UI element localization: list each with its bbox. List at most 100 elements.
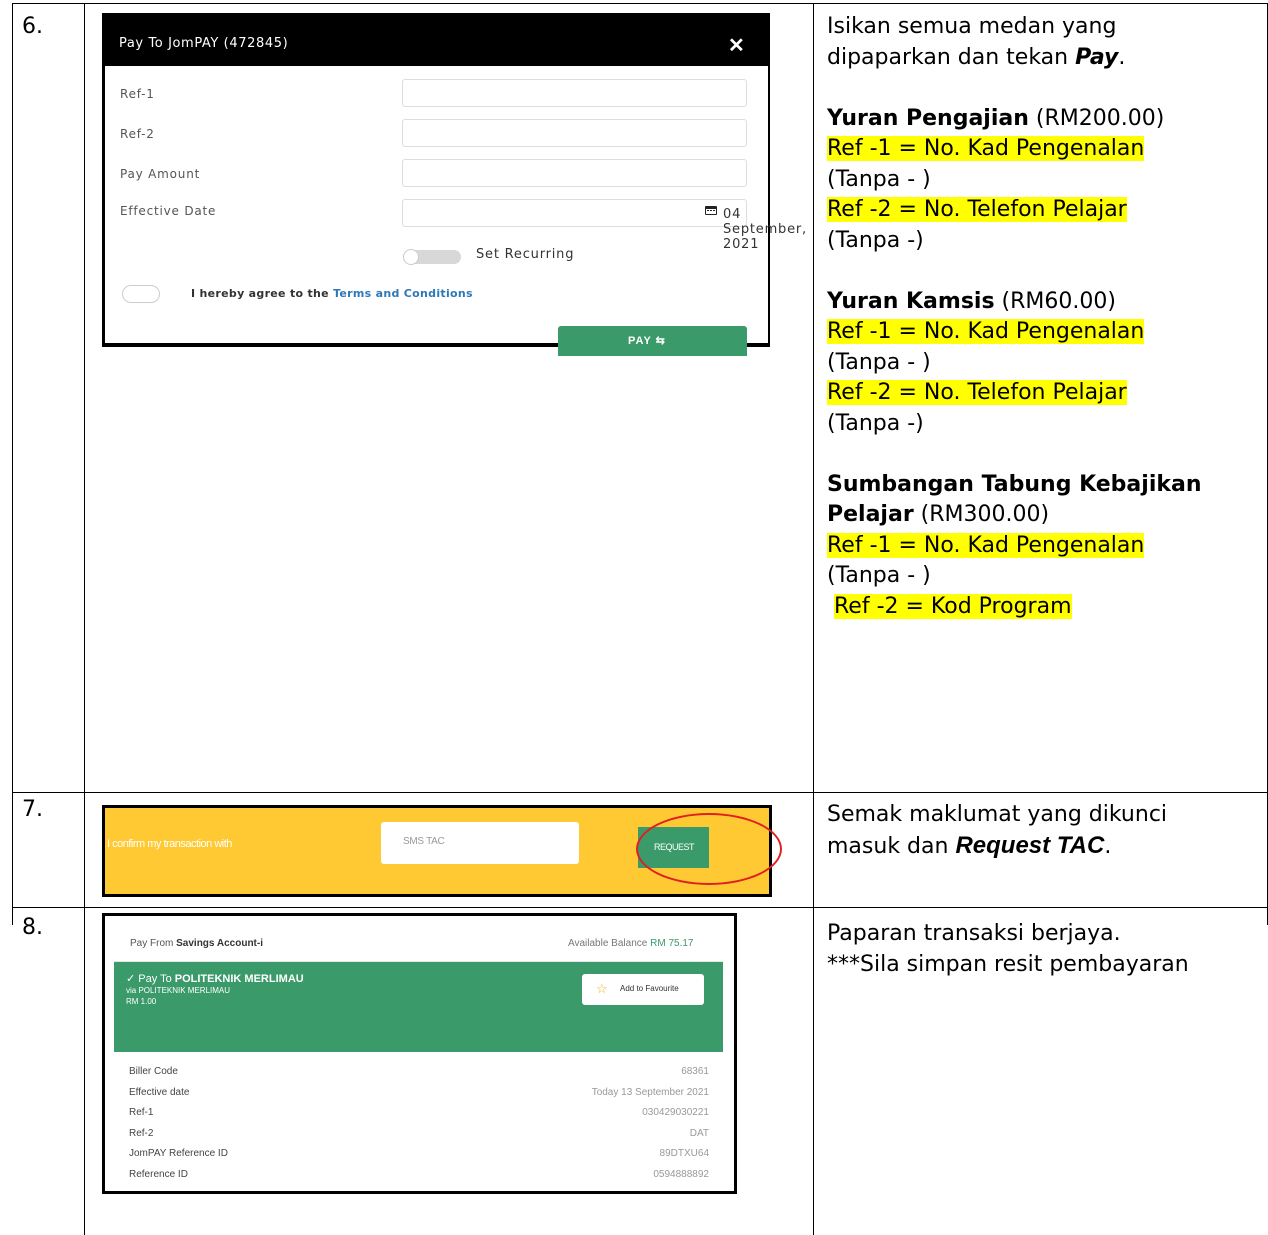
pay-button-label: PAY ⇆ xyxy=(628,335,666,347)
ref1-input[interactable] xyxy=(402,79,747,107)
jompay-dialog: Pay To JomPAY (472845) ✕ Ref-1 Ref-2 Pay… xyxy=(102,13,806,356)
fee3-ref1: Ref -1 = No. Kad Pengenalan xyxy=(827,531,1202,562)
fee1-note1: (Tanpa - ) xyxy=(827,166,931,192)
row-divider-7-8 xyxy=(12,907,1268,908)
fee3-amount: (RM300.00) xyxy=(913,502,1050,527)
detail-value: 0594888892 xyxy=(653,1169,709,1180)
step8-line1: Paparan transaksi berjaya. xyxy=(827,921,1121,946)
balance-amount: RM 75.17 xyxy=(650,938,694,949)
pay-amount-label: Pay Amount xyxy=(120,167,201,181)
fee1-ref1: Ref -1 = No. Kad Pengenalan xyxy=(827,134,1202,165)
fee2-ref1-text: Ref -1 = No. Kad Pengenalan xyxy=(827,319,1145,344)
pay-from: Pay From Savings Account-i xyxy=(130,938,263,949)
detail-label: Ref-2 xyxy=(129,1128,154,1139)
fee1-ref2: Ref -2 = No. Telefon Pelajar xyxy=(827,195,1202,226)
fee2-title: Yuran Kamsis (RM60.00) xyxy=(827,287,1202,318)
detail-value: 89DTXU64 xyxy=(659,1148,709,1159)
row-number-6: 6. xyxy=(22,14,43,39)
fee1-amount: (RM200.00) xyxy=(1028,105,1165,131)
step7-instructions: Semak maklumat yang dikunci masuk dan Re… xyxy=(827,800,1167,862)
request-tac-emphasis: Request TAC xyxy=(955,831,1105,859)
fee3-ref1-text: Ref -1 = No. Kad Pengenalan xyxy=(827,532,1145,558)
effective-date-label: Effective Date xyxy=(120,204,217,218)
fee2-ref2: Ref -2 = No. Telefon Pelajar xyxy=(827,378,1202,409)
fee1-ref1-text: Ref -1 = No. Kad Pengenalan xyxy=(827,136,1145,161)
intro2-suffix: . xyxy=(1118,44,1126,70)
step6-intro1: Isikan semua medan yang xyxy=(827,14,1117,39)
step8-line2: ***Sila simpan resit pembayaran xyxy=(827,951,1189,977)
table-col-divider-2 xyxy=(813,3,814,1235)
step8-instructions: Paparan transaksi berjaya. ***Sila simpa… xyxy=(827,919,1189,980)
calendar-icon[interactable] xyxy=(705,205,717,215)
detail-row: JomPAY Reference ID 89DTXU64 xyxy=(129,1148,709,1159)
favourite-label: Add to Favourite xyxy=(620,984,679,993)
step7-line2-prefix: masuk dan xyxy=(827,833,956,859)
payment-receipt: Pay From Savings Account-i Available Bal… xyxy=(102,913,737,1194)
pay-from-prefix: Pay From xyxy=(130,938,177,949)
row-divider-6-7 xyxy=(12,792,1268,793)
receipt-top: Pay From Savings Account-i Available Bal… xyxy=(114,923,723,962)
pay-to-panel: ✓ Pay To POLITEKNIK MERLIMAU via POLITEK… xyxy=(114,962,723,1052)
star-icon: ☆ xyxy=(596,981,608,996)
terms-agree-radio[interactable] xyxy=(122,285,160,303)
sms-tac-placeholder: SMS TAC xyxy=(403,836,445,847)
fee3-name-line2: Pelajar xyxy=(827,502,914,527)
ref2-input[interactable] xyxy=(402,119,747,147)
fee1-title: Yuran Pengajian (RM200.00) xyxy=(827,104,1202,135)
terms-agree-text: I hereby agree to the Terms and Conditio… xyxy=(191,287,473,300)
detail-value: Today 13 September 2021 xyxy=(591,1087,709,1098)
dialog-header: Pay To JomPAY (472845) ✕ xyxy=(102,13,770,65)
pay-to-name: POLITEKNIK MERLIMAU xyxy=(174,973,304,985)
pay-emphasis: Pay xyxy=(1075,44,1119,70)
detail-label: Biller Code xyxy=(129,1066,178,1077)
pay-amount: RM 1.00 xyxy=(126,997,157,1006)
available-balance: Available Balance RM 75.17 xyxy=(568,938,693,949)
pay-to-line: ✓ Pay To POLITEKNIK MERLIMAU xyxy=(126,972,304,985)
step7-line2: masuk dan Request TAC. xyxy=(827,831,1167,863)
row-number-7: 7. xyxy=(22,797,43,822)
detail-value: 030429030221 xyxy=(642,1107,709,1118)
detail-value: 68361 xyxy=(681,1066,709,1077)
pay-amount-input[interactable] xyxy=(402,159,747,187)
pay-button[interactable]: PAY ⇆ xyxy=(558,326,747,356)
toggle-knob xyxy=(403,249,419,265)
detail-label: Effective date xyxy=(129,1087,190,1098)
pay-to-prefix: ✓ Pay To xyxy=(126,973,175,985)
fee3-title-line2: Pelajar (RM300.00) xyxy=(827,500,1202,531)
fee3-ref2: Ref -2 = Kod Program xyxy=(827,592,1202,623)
detail-row: Biller Code 68361 xyxy=(129,1066,709,1077)
set-recurring-label: Set Recurring xyxy=(476,247,575,262)
fee3-title-line1: Sumbangan Tabung Kebajikan xyxy=(827,470,1202,501)
fee2-name: Yuran Kamsis xyxy=(827,288,995,314)
detail-label: Reference ID xyxy=(129,1169,188,1180)
step7-line2-suffix: . xyxy=(1104,833,1112,859)
detail-row: Effective date Today 13 September 2021 xyxy=(129,1087,709,1098)
effective-date-input[interactable]: 04 September, 2021 xyxy=(402,199,806,252)
dialog-title: Pay To JomPAY (472845) xyxy=(119,36,289,51)
recurring-toggle[interactable] xyxy=(403,249,461,265)
table-col-divider-1 xyxy=(84,3,85,1235)
terms-link[interactable]: Terms and Conditions xyxy=(333,287,473,300)
pay-from-account: Savings Account-i xyxy=(176,938,263,949)
tac-confirm-text: I confirm my transaction with xyxy=(107,838,232,850)
sms-tac-input[interactable]: SMS TAC xyxy=(381,822,579,864)
fee1-name: Yuran Pengajian xyxy=(827,105,1029,131)
fee2-note1: (Tanpa - ) xyxy=(827,349,931,375)
detail-row: Ref-1 030429030221 xyxy=(129,1107,709,1118)
highlight-ellipse xyxy=(636,813,782,885)
detail-value: DAT xyxy=(689,1128,709,1139)
dialog-body: Ref-1 Ref-2 Pay Amount Effective Date 04… xyxy=(105,66,806,356)
fee2-ref2-text: Ref -2 = No. Telefon Pelajar xyxy=(827,380,1127,405)
detail-label: JomPAY Reference ID xyxy=(129,1148,228,1159)
row-number-8: 8. xyxy=(22,915,43,940)
add-to-favourite-button[interactable]: ☆ Add to Favourite xyxy=(582,974,704,1005)
close-icon[interactable]: ✕ xyxy=(728,33,745,58)
ref1-label: Ref-1 xyxy=(120,87,155,101)
step7-line1: Semak maklumat yang dikunci xyxy=(827,802,1168,827)
table-top-border xyxy=(12,3,1268,4)
fee3-note1: (Tanpa - ) xyxy=(827,563,931,588)
receipt-inner: Pay From Savings Account-i Available Bal… xyxy=(105,916,734,1191)
fee2-amount: (RM60.00) xyxy=(994,288,1116,314)
agree-prefix: I hereby agree to the xyxy=(191,287,334,300)
step6-instructions: Isikan semua medan yang dipaparkan dan t… xyxy=(827,12,1202,622)
